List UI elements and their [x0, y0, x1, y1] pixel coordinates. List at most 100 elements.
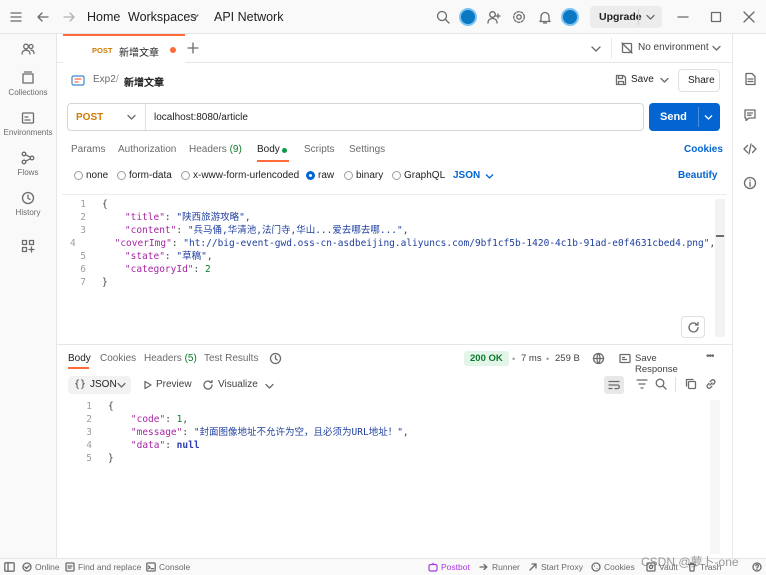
console-button[interactable]: Console — [146, 562, 190, 572]
radio-none[interactable] — [74, 171, 83, 180]
environment-selector[interactable]: No environment — [619, 38, 727, 58]
runner-button[interactable]: Runner — [479, 562, 520, 572]
online-status[interactable]: Online — [22, 562, 60, 572]
chevron-down-icon[interactable] — [660, 77, 669, 84]
tab-headers[interactable]: Headers (9) — [189, 144, 242, 155]
radio-graphql[interactable] — [392, 171, 401, 180]
link-icon[interactable] — [705, 378, 717, 390]
radio-form-data[interactable] — [117, 171, 126, 180]
tab-scripts[interactable]: Scripts — [304, 144, 335, 155]
tab-new-article[interactable]: POST 新增文章 — [63, 34, 185, 63]
chevron-down-icon[interactable] — [190, 13, 199, 21]
sidebar-item-history[interactable]: History — [0, 191, 56, 217]
help-icon[interactable] — [752, 562, 762, 572]
toggle-sidebar-button[interactable] — [4, 562, 15, 572]
share-button[interactable]: Share — [678, 69, 720, 92]
tab-settings[interactable]: Settings — [349, 144, 385, 155]
response-time[interactable]: 7 ms — [521, 353, 542, 364]
tab-params[interactable]: Params — [71, 144, 105, 155]
resp-tab-cookies[interactable]: Cookies — [100, 353, 136, 364]
notifications-bell-icon[interactable] — [538, 10, 552, 24]
documentation-icon[interactable] — [743, 72, 757, 86]
close-window-icon[interactable] — [743, 11, 755, 23]
back-arrow-icon[interactable] — [37, 11, 49, 23]
response-body-viewer[interactable]: 1{2 "code": 1,3 "message": "封面图像地址不允许为空，… — [62, 398, 727, 556]
radio-raw[interactable] — [306, 171, 315, 180]
sidebar-item-configure[interactable] — [0, 239, 56, 256]
search-icon[interactable] — [655, 378, 667, 390]
code-token: , — [402, 225, 409, 236]
upgrade-button[interactable]: Upgrade — [590, 6, 662, 28]
search-icon[interactable] — [436, 10, 450, 24]
maximize-icon[interactable] — [710, 11, 722, 23]
radio-form-data-label: form-data — [129, 170, 172, 181]
request-body-editor[interactable]: 1{2 "title": "陕西旅游攻略", 3 "content": "兵马俑,… — [62, 194, 727, 342]
method-select[interactable]: POST — [68, 104, 146, 130]
sidebar-item-flows[interactable]: Flows — [0, 151, 56, 177]
response-format-select[interactable]: {} JSON — [68, 376, 131, 394]
save-response-button[interactable]: Save Response — [619, 351, 701, 375]
chevron-down-icon[interactable] — [646, 14, 655, 21]
visualize-icon — [203, 379, 213, 390]
breadcrumb-request-name[interactable]: 新增文章 — [124, 74, 164, 89]
nav-home[interactable]: Home — [87, 10, 120, 24]
code-token: "data" — [108, 440, 166, 451]
wrap-lines-button[interactable] — [604, 376, 624, 394]
save-button[interactable]: Save — [613, 70, 673, 91]
scrollbar-thumb[interactable] — [716, 235, 724, 237]
response-history-icon[interactable] — [269, 352, 282, 365]
visualize-button[interactable]: Visualize — [202, 378, 278, 392]
sidebar-item-collections[interactable]: Collections — [0, 71, 56, 97]
new-tab-plus-icon[interactable] — [187, 42, 199, 54]
filter-icon[interactable] — [636, 378, 648, 390]
preview-button[interactable]: Preview — [143, 378, 195, 392]
sidebar-item-label: History — [15, 208, 41, 217]
copy-icon[interactable] — [685, 378, 697, 390]
info-icon[interactable] — [743, 176, 757, 190]
splitter[interactable] — [57, 344, 732, 345]
body-format-select[interactable]: JSON — [453, 168, 497, 182]
sidebar-item-environments[interactable]: Environments — [0, 111, 56, 137]
sidebar-item-label: Environments — [3, 128, 53, 137]
code-snippet-icon[interactable] — [743, 142, 757, 156]
resp-tab-headers[interactable]: Headers (5) — [144, 353, 197, 364]
user-avatar[interactable] — [561, 8, 579, 26]
find-replace-icon — [65, 562, 75, 572]
tabs-overflow-chevron-icon[interactable] — [591, 45, 601, 53]
resp-tab-test-results[interactable]: Test Results — [204, 353, 258, 364]
network-globe-icon[interactable] — [592, 352, 605, 365]
nav-workspaces[interactable]: Workspaces — [128, 10, 197, 24]
postbot-button[interactable]: Postbot — [428, 562, 470, 572]
url-input[interactable] — [154, 110, 624, 124]
forward-arrow-icon[interactable] — [63, 11, 75, 23]
radio-binary[interactable] — [344, 171, 353, 180]
chevron-down-icon[interactable] — [704, 114, 713, 121]
response-scrollbar[interactable] — [710, 400, 720, 554]
sync-status-avatar[interactable] — [459, 8, 477, 26]
more-options-icon[interactable]: ••• — [706, 351, 714, 362]
status-badge[interactable]: 200 OK — [464, 351, 509, 366]
settings-gear-icon[interactable] — [512, 10, 526, 24]
ai-assist-button[interactable] — [681, 316, 705, 338]
tab-body[interactable]: Body — [257, 144, 280, 155]
comments-icon[interactable] — [743, 108, 757, 122]
cookies-button[interactable]: Cookies — [591, 562, 635, 572]
nav-api-network[interactable]: API Network — [214, 10, 283, 24]
start-proxy-button[interactable]: Start Proxy — [528, 562, 583, 572]
cookies-link[interactable]: Cookies — [684, 144, 723, 155]
breadcrumb-collection[interactable]: Exp2 — [93, 74, 116, 85]
radio-urlencoded[interactable] — [181, 171, 190, 180]
radio-graphql-label: GraphQL — [404, 170, 446, 181]
chevron-down-icon[interactable] — [265, 383, 274, 390]
find-replace-button[interactable]: Find and replace — [65, 562, 141, 572]
hamburger-menu-icon[interactable] — [10, 11, 22, 23]
add-user-icon[interactable] — [487, 10, 501, 24]
sidebar-item-team[interactable] — [0, 42, 56, 59]
tab-authorization[interactable]: Authorization — [118, 144, 176, 155]
resp-tab-body[interactable]: Body — [68, 353, 91, 364]
editor-scrollbar[interactable] — [715, 199, 725, 337]
send-button[interactable]: Send — [649, 103, 720, 131]
minimize-icon[interactable] — [677, 11, 689, 23]
beautify-link[interactable]: Beautify — [678, 170, 717, 181]
response-size[interactable]: 259 B — [555, 353, 580, 364]
